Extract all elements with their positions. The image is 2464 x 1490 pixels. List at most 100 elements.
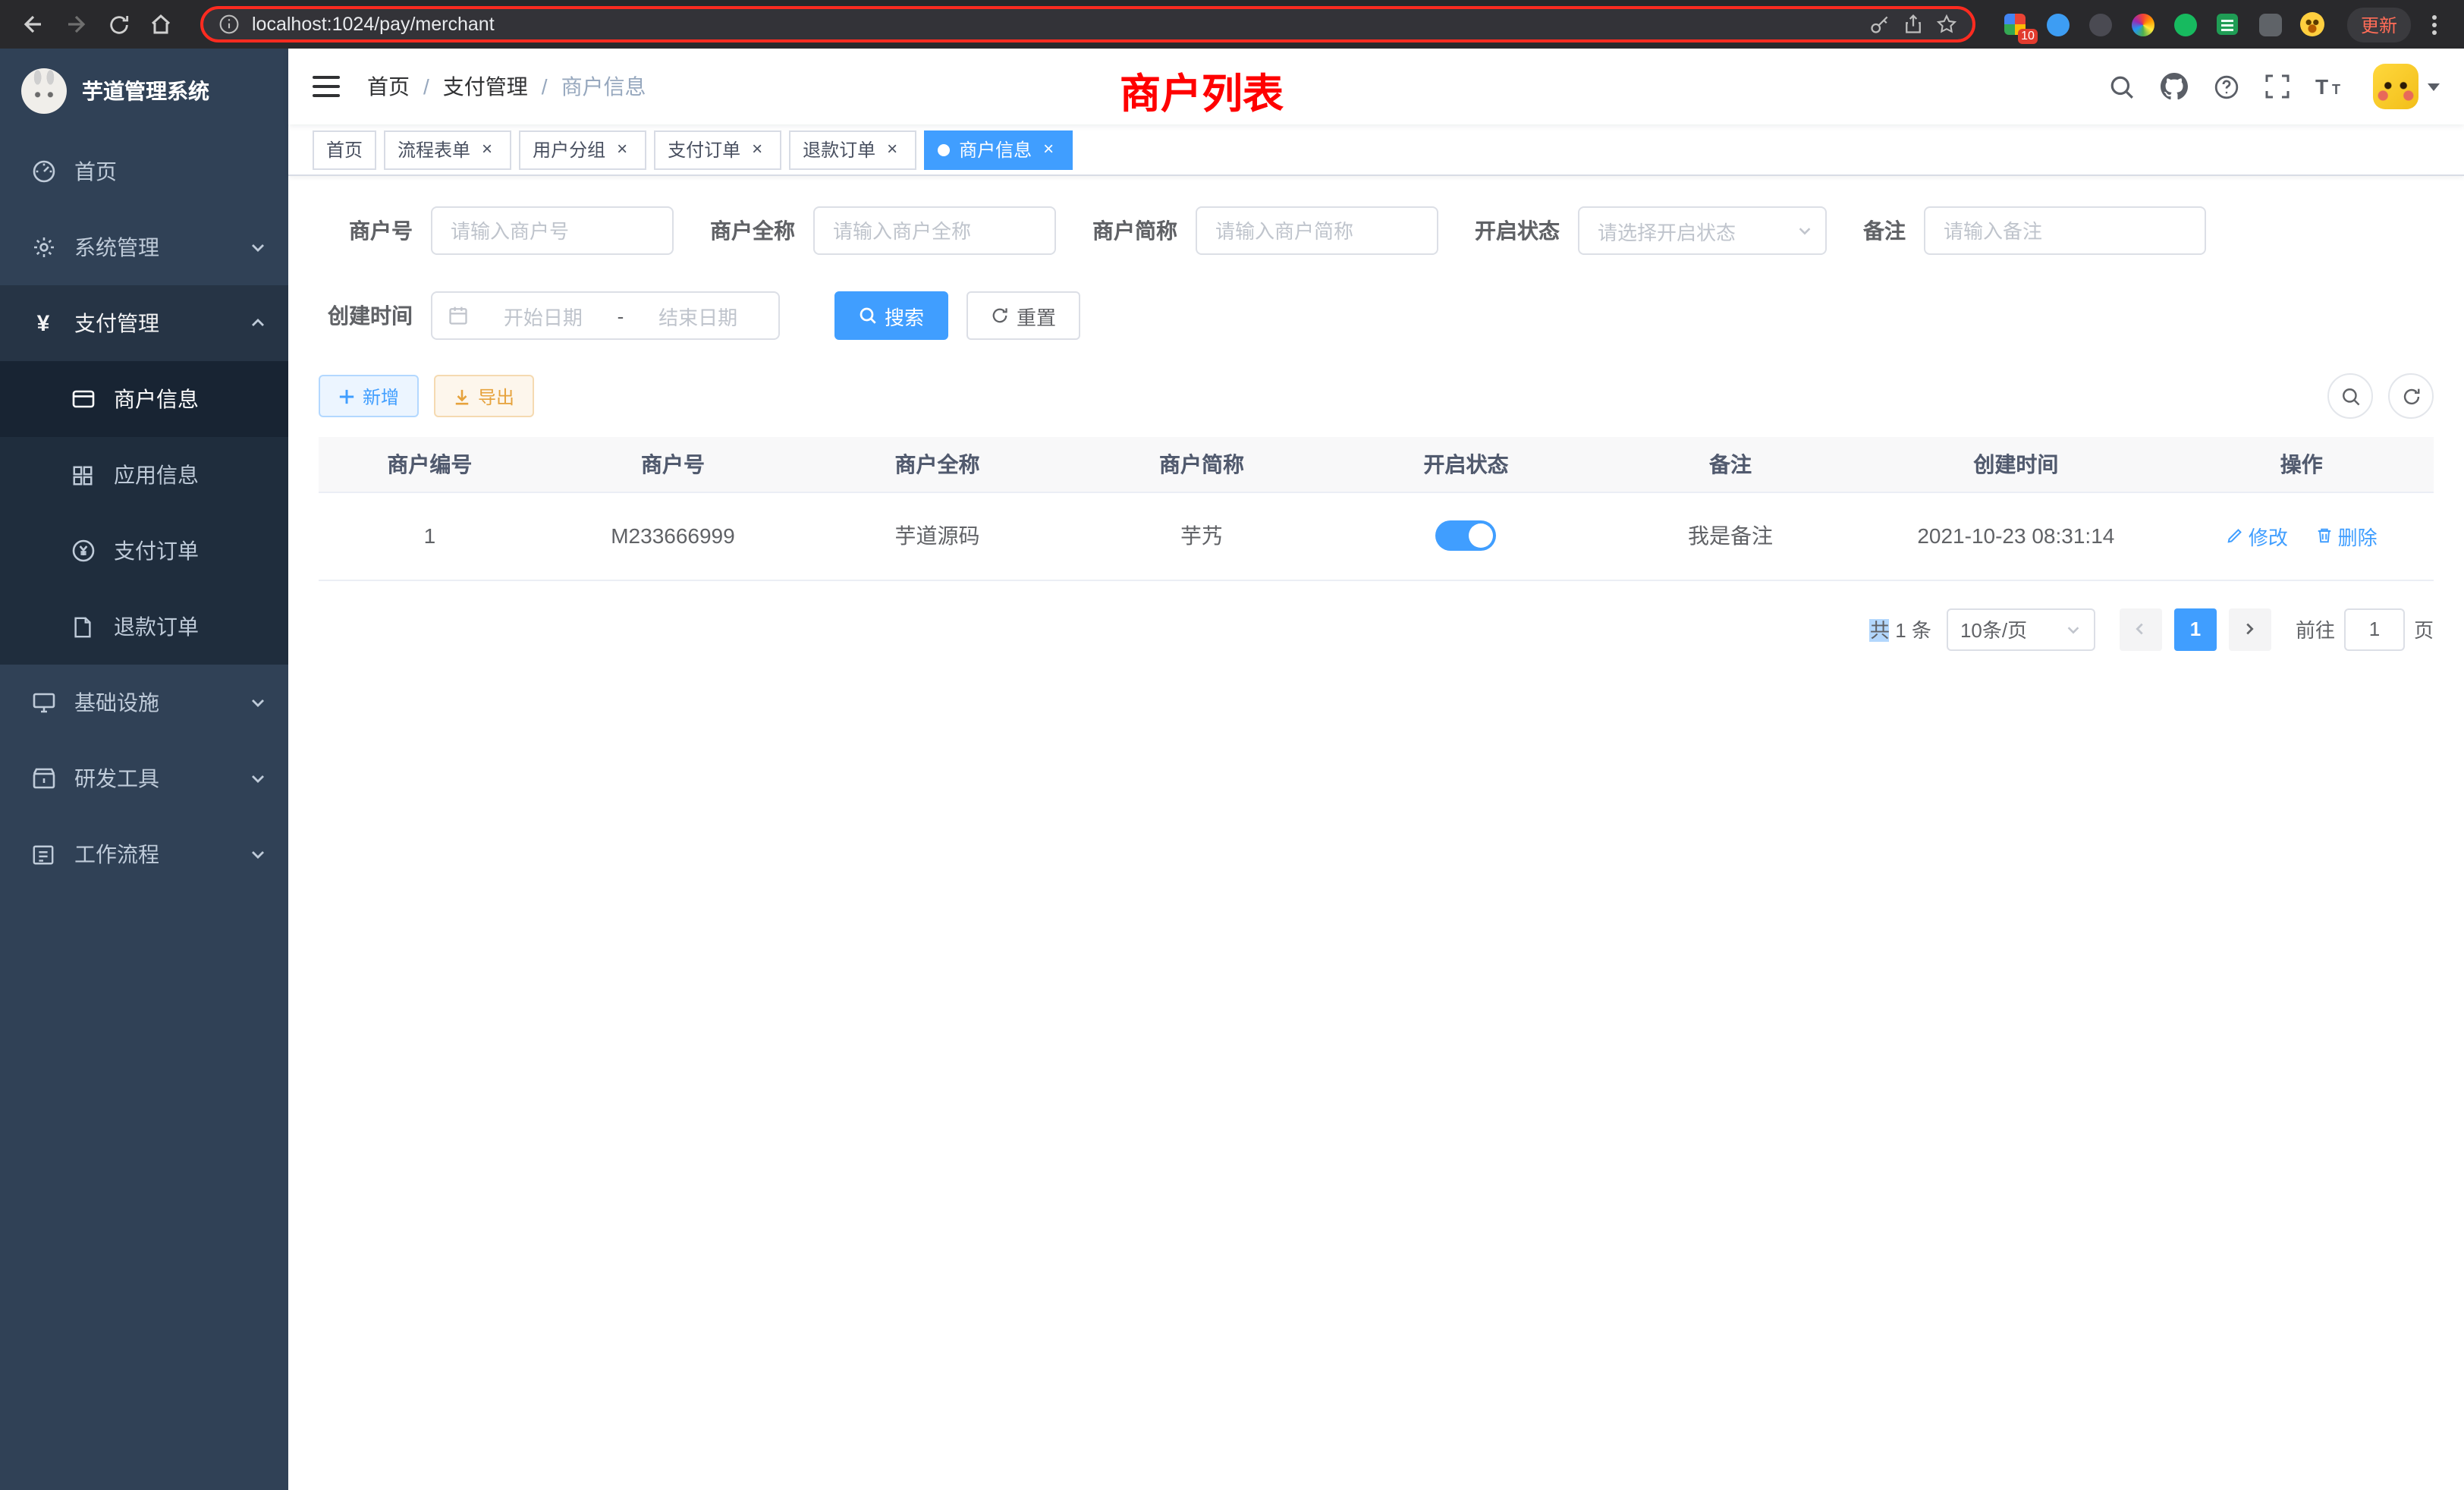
url-text: localhost:1024/pay/merchant bbox=[252, 14, 1857, 35]
total-count: 共 1 条 bbox=[1870, 615, 1931, 643]
tab-pay-order[interactable]: 支付订单 bbox=[654, 130, 781, 169]
sidebar-item-pay-order[interactable]: 支付订单 bbox=[0, 513, 288, 589]
cell-merchant-id: 1 bbox=[319, 492, 541, 580]
browser-toolbar: localhost:1024/pay/merchant 10 bbox=[0, 0, 2464, 49]
app-logo[interactable]: 芋道管理系统 bbox=[0, 49, 288, 134]
sidebar-item-refund-order[interactable]: 退款订单 bbox=[0, 589, 288, 665]
rabbit-logo-icon bbox=[21, 68, 67, 114]
share-icon[interactable] bbox=[1903, 14, 1924, 35]
chevron-down-icon bbox=[249, 693, 267, 712]
tab-user-group[interactable]: 用户分组 bbox=[519, 130, 646, 169]
extension-dark-icon[interactable] bbox=[2088, 11, 2114, 37]
chevron-down-icon bbox=[249, 845, 267, 863]
breadcrumb-payment[interactable]: 支付管理 bbox=[443, 71, 528, 102]
svg-text:T: T bbox=[2332, 82, 2340, 97]
next-page-button[interactable] bbox=[2229, 608, 2271, 650]
close-icon[interactable] bbox=[882, 139, 903, 160]
chrome-update-button[interactable]: 更新 bbox=[2347, 7, 2411, 42]
search-button[interactable]: 搜索 bbox=[834, 291, 948, 340]
close-icon[interactable] bbox=[746, 139, 768, 160]
page-number-button[interactable]: 1 bbox=[2174, 608, 2217, 650]
browser-menu-icon[interactable] bbox=[2432, 22, 2437, 27]
password-key-icon[interactable] bbox=[1869, 14, 1890, 35]
close-icon[interactable] bbox=[476, 139, 498, 160]
sidebar-item-system[interactable]: 系统管理 bbox=[0, 209, 288, 285]
caret-down-icon bbox=[2428, 83, 2440, 90]
edit-link[interactable]: 修改 bbox=[2226, 521, 2288, 550]
search-icon[interactable] bbox=[2109, 74, 2135, 99]
add-button[interactable]: 新增 bbox=[319, 375, 419, 417]
breadcrumb-home[interactable]: 首页 bbox=[367, 71, 410, 102]
extension-face-icon[interactable] bbox=[2300, 11, 2326, 37]
extension-grid-icon[interactable]: 10 bbox=[2003, 11, 2029, 37]
create-time-label: 创建时间 bbox=[319, 300, 413, 331]
browser-reload-icon[interactable] bbox=[100, 6, 137, 42]
page-size-select[interactable]: 10条/页 bbox=[1947, 608, 2095, 650]
tab-home[interactable]: 首页 bbox=[313, 130, 376, 169]
tab-process-form[interactable]: 流程表单 bbox=[384, 130, 511, 169]
refresh-table-button[interactable] bbox=[2388, 373, 2434, 419]
extensions-area: 10 bbox=[2003, 11, 2326, 37]
status-toggle[interactable] bbox=[1435, 520, 1496, 551]
font-size-icon[interactable]: TT bbox=[2315, 74, 2344, 99]
address-bar[interactable]: localhost:1024/pay/merchant bbox=[200, 6, 1975, 42]
cell-merchant-no: M233666999 bbox=[541, 492, 806, 580]
extension-puzzle-icon[interactable] bbox=[2258, 11, 2283, 37]
fullscreen-icon[interactable] bbox=[2265, 74, 2290, 99]
page-info-icon[interactable] bbox=[218, 14, 240, 35]
extension-blue-icon[interactable] bbox=[2045, 11, 2071, 37]
sidebar-item-home[interactable]: 首页 bbox=[0, 134, 288, 209]
create-time-range-picker[interactable]: 开始日期 - 结束日期 bbox=[431, 291, 780, 340]
merchant-table: 商户编号 商户号 商户全称 商户简称 开启状态 备注 创建时间 操作 1 bbox=[319, 437, 2434, 580]
sidebar-item-merchant-info[interactable]: 商户信息 bbox=[0, 361, 288, 437]
sidebar-item-app-info[interactable]: 应用信息 bbox=[0, 437, 288, 513]
browser-home-icon[interactable] bbox=[143, 6, 179, 42]
card-icon bbox=[70, 386, 96, 412]
bookmark-star-icon[interactable] bbox=[1936, 14, 1957, 35]
status-select[interactable]: 请选择开启状态 bbox=[1578, 206, 1827, 255]
tags-bar: 首页 流程表单 用户分组 支付订单 退款订单 bbox=[288, 124, 2464, 176]
sidebar-item-payment[interactable]: ¥ 支付管理 bbox=[0, 285, 288, 361]
svg-text:T: T bbox=[2315, 75, 2328, 99]
extension-color-wheel-icon[interactable] bbox=[2130, 11, 2156, 37]
tab-merchant-info[interactable]: 商户信息 bbox=[924, 130, 1073, 169]
calendar-icon bbox=[448, 305, 469, 326]
export-button[interactable]: 导出 bbox=[434, 375, 534, 417]
date-separator: - bbox=[618, 304, 624, 327]
goto-page-input[interactable] bbox=[2344, 608, 2405, 650]
help-icon[interactable] bbox=[2214, 74, 2239, 99]
github-icon[interactable] bbox=[2161, 73, 2188, 100]
sidebar-item-infra[interactable]: 基础设施 bbox=[0, 665, 288, 740]
dashboard-icon bbox=[30, 159, 56, 184]
short-name-input[interactable] bbox=[1196, 206, 1438, 255]
extension-doc-icon[interactable] bbox=[2215, 11, 2241, 37]
sidebar: 芋道管理系统 首页 系统管理 bbox=[0, 49, 288, 1490]
sidebar-item-workflow[interactable]: 工作流程 bbox=[0, 816, 288, 892]
short-name-label: 商户简称 bbox=[1092, 215, 1177, 246]
gear-icon bbox=[30, 234, 56, 260]
grid-icon bbox=[70, 462, 96, 488]
chevron-down-icon bbox=[2065, 621, 2082, 637]
browser-forward-icon[interactable] bbox=[58, 6, 94, 42]
browser-back-icon[interactable] bbox=[15, 6, 52, 42]
close-icon[interactable] bbox=[1038, 139, 1059, 160]
chevron-up-icon bbox=[249, 314, 267, 332]
full-name-input[interactable] bbox=[813, 206, 1056, 255]
merchant-no-label: 商户号 bbox=[319, 215, 413, 246]
merchant-no-input[interactable] bbox=[431, 206, 674, 255]
close-icon[interactable] bbox=[611, 139, 633, 160]
tab-refund-order[interactable]: 退款订单 bbox=[789, 130, 916, 169]
reset-button[interactable]: 重置 bbox=[966, 291, 1080, 340]
sidebar-item-dev-tools[interactable]: 研发工具 bbox=[0, 740, 288, 816]
toggle-search-button[interactable] bbox=[2327, 373, 2373, 419]
user-menu[interactable] bbox=[2373, 64, 2440, 109]
hamburger-icon[interactable] bbox=[313, 74, 340, 99]
workflow-icon bbox=[30, 841, 56, 867]
app-title: 芋道管理系统 bbox=[82, 76, 209, 106]
remark-input[interactable] bbox=[1924, 206, 2206, 255]
screenshot-root: localhost:1024/pay/merchant 10 bbox=[0, 0, 2464, 1490]
extension-green-check-icon[interactable] bbox=[2173, 11, 2198, 37]
prev-page-button[interactable] bbox=[2120, 608, 2162, 650]
col-status: 开启状态 bbox=[1334, 437, 1598, 492]
delete-link[interactable]: 删除 bbox=[2315, 521, 2378, 550]
